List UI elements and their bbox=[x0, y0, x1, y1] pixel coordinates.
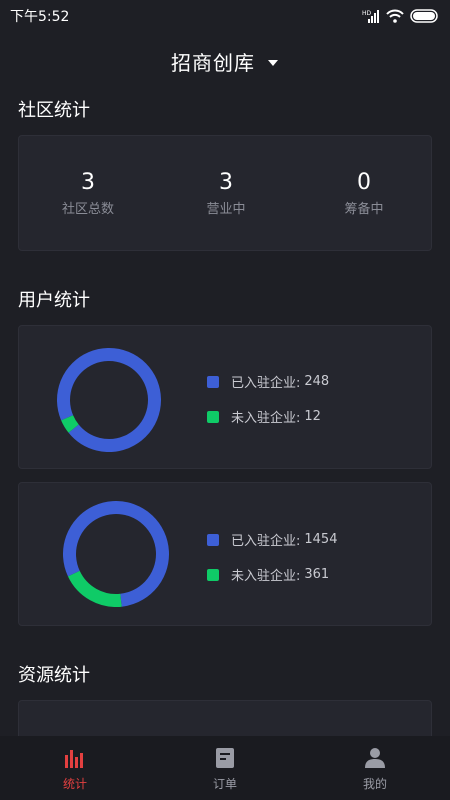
person-icon bbox=[364, 745, 386, 771]
legend-swatch-blue bbox=[207, 533, 219, 546]
signal-icon: HD bbox=[362, 9, 380, 23]
legend-label: 已入驻企业: bbox=[231, 376, 301, 391]
donut-chart-2 bbox=[63, 501, 169, 607]
user-stats-card-2: 已入驻企业: 1454 未入驻企业: 361 bbox=[18, 482, 432, 626]
bar-chart-icon bbox=[64, 745, 86, 771]
stat-open: 3 营业中 bbox=[157, 136, 295, 250]
stat-preparing-value: 0 bbox=[357, 169, 371, 195]
caret-down-icon bbox=[267, 52, 279, 71]
legend-item-settled: 已入驻企业: 248 bbox=[207, 364, 329, 399]
legend-swatch-green bbox=[207, 568, 219, 581]
legend-label: 未入驻企业: bbox=[231, 411, 301, 426]
donut-segment-settled bbox=[57, 348, 161, 452]
stat-preparing: 0 筹备中 bbox=[295, 136, 433, 250]
stat-total-label: 社区总数 bbox=[61, 201, 114, 217]
section-title-resources: 资源统计 bbox=[18, 665, 90, 686]
user-stats-card-1: 已入驻企业: 248 未入驻企业: 12 bbox=[18, 325, 432, 469]
legend-value: 248 bbox=[304, 374, 330, 389]
legend-swatch-green bbox=[207, 410, 219, 423]
community-stats-card: 3 社区总数 3 营业中 0 筹备中 bbox=[18, 135, 432, 251]
stat-total-value: 3 bbox=[81, 169, 95, 195]
bottom-nav: 统计 订单 我的 bbox=[0, 736, 450, 800]
stat-open-value: 3 bbox=[219, 169, 233, 195]
legend-1: 已入驻企业: 248 未入驻企业: 12 bbox=[207, 364, 329, 434]
legend-item-unsettled: 未入驻企业: 361 bbox=[207, 557, 337, 592]
status-icons: HD bbox=[362, 9, 440, 23]
donut-chart-1 bbox=[57, 348, 161, 452]
legend-2: 已入驻企业: 1454 未入驻企业: 361 bbox=[207, 522, 337, 592]
battery-icon bbox=[410, 9, 440, 23]
page-title: 招商创库 bbox=[171, 50, 255, 75]
nav-item-orders[interactable]: 订单 bbox=[150, 736, 300, 800]
nav-label-stats: 统计 bbox=[62, 776, 87, 791]
stat-preparing-label: 筹备中 bbox=[344, 201, 384, 217]
header-selector[interactable]: 招商创库 bbox=[0, 40, 450, 82]
nav-item-stats[interactable]: 统计 bbox=[0, 736, 150, 800]
legend-value: 361 bbox=[304, 567, 330, 582]
section-title-users: 用户统计 bbox=[18, 290, 90, 311]
nav-label-orders: 订单 bbox=[212, 776, 237, 791]
status-time: 下午5:52 bbox=[10, 9, 70, 25]
legend-item-unsettled: 未入驻企业: 12 bbox=[207, 399, 329, 434]
legend-item-settled: 已入驻企业: 1454 bbox=[207, 522, 337, 557]
status-bar: 下午5:52 HD bbox=[0, 0, 450, 32]
section-title-community: 社区统计 bbox=[18, 100, 90, 121]
legend-value: 12 bbox=[304, 409, 321, 424]
legend-label: 未入驻企业: bbox=[231, 569, 301, 584]
legend-label: 已入驻企业: bbox=[231, 534, 301, 549]
wifi-icon bbox=[386, 9, 404, 23]
nav-item-profile[interactable]: 我的 bbox=[300, 736, 450, 800]
stat-open-label: 营业中 bbox=[206, 201, 246, 217]
legend-swatch-blue bbox=[207, 375, 219, 388]
legend-value: 1454 bbox=[304, 532, 338, 547]
document-icon bbox=[215, 745, 235, 771]
stat-total: 3 社区总数 bbox=[19, 136, 157, 250]
svg-text:HD: HD bbox=[362, 10, 372, 17]
nav-label-profile: 我的 bbox=[362, 776, 387, 791]
